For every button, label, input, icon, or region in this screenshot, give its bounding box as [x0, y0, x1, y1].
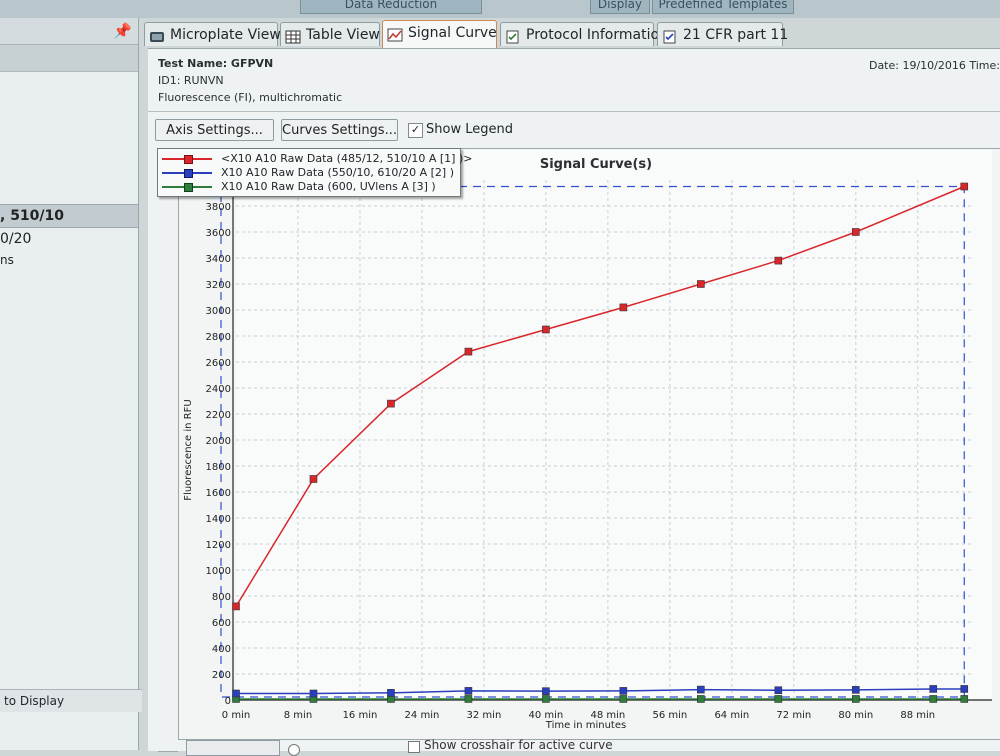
- y-tick-label: 2000: [206, 436, 231, 447]
- y-tick-label: 1200: [206, 540, 231, 551]
- data-point: [851, 228, 860, 236]
- y-tick-label: 2200: [206, 410, 231, 421]
- data-point: [960, 685, 969, 693]
- data-point: [619, 303, 628, 312]
- legend-label: <X10 A10 Raw Data (485/12, 510/10 A [1] …: [221, 152, 473, 165]
- curve-icon: [387, 26, 403, 42]
- y-tick-label: 200: [212, 670, 231, 681]
- data-point: [697, 280, 705, 288]
- y-tick-label: 1800: [206, 462, 231, 473]
- x-tick-label: 0 min: [222, 710, 250, 721]
- x-tick-label: 72 min: [776, 710, 811, 721]
- x-tick-label: 80 min: [838, 710, 873, 721]
- signal-curve-chart: 0 200 400 600 800 1000 1200 1400 1600 1800 2000 220…: [183, 150, 992, 731]
- legend-item[interactable]: <X10 A10 Raw Data (485/12, 510/10 A [1] …: [160, 151, 472, 166]
- legend-item[interactable]: X10 A10 Raw Data (550/10, 610/20 A [2] ): [160, 165, 458, 180]
- y-tick-label: 1400: [206, 514, 231, 525]
- y-tick-label: 3000: [206, 306, 231, 317]
- x-tick-label: 24 min: [405, 710, 440, 721]
- y-tick-label: 800: [212, 592, 231, 603]
- data-point: [542, 325, 550, 334]
- crosshair-checkbox[interactable]: [408, 741, 420, 753]
- tab-signal-curve[interactable]: Signal Curve: [382, 20, 497, 48]
- legend-item[interactable]: X10 A10 Raw Data (600, UVlens A [3] ): [160, 179, 458, 194]
- y-tick-label: 600: [212, 618, 231, 629]
- y-tick-label: 3400: [206, 254, 231, 265]
- legend-swatch: [162, 169, 212, 178]
- x-tick-label: 56 min: [652, 710, 687, 721]
- show-ranges-radio[interactable]: [288, 744, 300, 756]
- y-tick-label: 1600: [206, 488, 231, 499]
- data-point: [960, 182, 969, 191]
- data-point: [774, 686, 783, 695]
- data-point: [309, 475, 318, 483]
- y-tick-label: 2400: [206, 384, 231, 395]
- y-tick-label: 3600: [206, 228, 231, 239]
- data-point: [774, 256, 783, 265]
- chart-title: Signal Curve(s): [540, 157, 652, 172]
- legend-swatch: [162, 155, 212, 164]
- x-tick-label: 32 min: [467, 710, 502, 721]
- y-tick-label: 0: [225, 696, 231, 707]
- data-point: [464, 687, 473, 695]
- x-axis-label: Time in minutes: [545, 720, 626, 731]
- new-curves-button[interactable]: [186, 740, 280, 756]
- data-point: [542, 687, 550, 695]
- y-axis-label: Fluorescence in RFU: [183, 399, 194, 500]
- y-tick-label: 3800: [206, 202, 231, 213]
- y-tick-label: 2800: [206, 332, 231, 343]
- x-tick-label: 88 min: [900, 710, 935, 721]
- data-point: [387, 689, 395, 697]
- data-point: [619, 695, 628, 703]
- data-point: [697, 695, 705, 703]
- legend-swatch: [162, 183, 212, 192]
- data-point: [929, 685, 938, 693]
- y-tick-label: 3200: [206, 280, 231, 291]
- data-point: [542, 695, 550, 703]
- data-point: [232, 602, 240, 611]
- data-point: [619, 687, 628, 695]
- data-point: [387, 399, 395, 408]
- legend-label: X10 A10 Raw Data (550/10, 610/20 A [2] ): [221, 166, 455, 179]
- data-point: [851, 686, 860, 694]
- y-tick-label: 2600: [206, 358, 231, 369]
- x-tick-label: 16 min: [343, 710, 378, 721]
- data-point: [232, 689, 240, 698]
- data-point: [851, 695, 860, 703]
- tab-label: Signal Curve: [408, 25, 497, 41]
- y-tick-label: 1000: [206, 566, 231, 577]
- x-tick-label: 8 min: [284, 710, 312, 721]
- data-point: [309, 689, 318, 698]
- x-tick-label: 64 min: [714, 710, 749, 721]
- bottom-controls: Show crosshair for active curve: [176, 736, 1000, 756]
- data-point: [960, 695, 969, 703]
- y-tick-label: 400: [212, 644, 231, 655]
- data-point: [464, 695, 473, 703]
- chart-legend[interactable]: <X10 A10 Raw Data (485/12, 510/10 A [1] …: [157, 148, 472, 197]
- data-point: [464, 347, 473, 356]
- data-point: [697, 685, 705, 694]
- data-point: [774, 695, 783, 703]
- legend-label: X10 A10 Raw Data (600, UVlens A [3] ): [221, 180, 436, 193]
- data-point: [929, 695, 938, 703]
